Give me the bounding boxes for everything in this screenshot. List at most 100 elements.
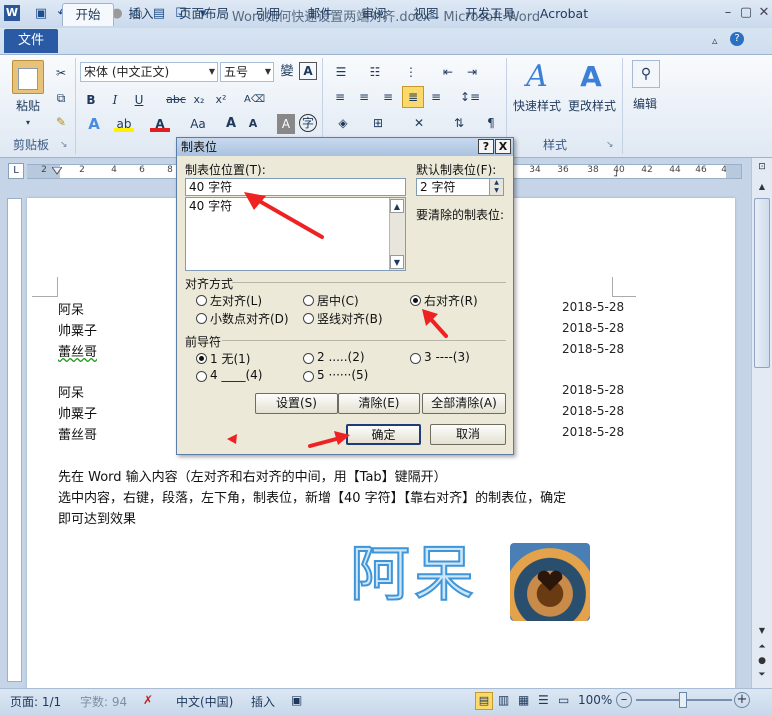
font-size-combo[interactable]: 五号 ▼ bbox=[220, 62, 274, 82]
alignment-decimal-label[interactable]: 小数点对齐(D) bbox=[210, 310, 289, 327]
shrink-font-icon[interactable]: A bbox=[244, 114, 262, 134]
decrease-indent-icon[interactable]: ⇤ bbox=[438, 62, 458, 82]
justify-icon[interactable]: ≣ bbox=[402, 86, 424, 108]
tab-acrobat[interactable]: Acrobat bbox=[534, 3, 594, 26]
leader-middle-dots-label[interactable]: 5 ······(5) bbox=[317, 368, 368, 382]
leader-underline-radio[interactable] bbox=[196, 371, 207, 382]
alignment-bar-radio[interactable] bbox=[303, 313, 314, 324]
shading-icon[interactable]: ◈ bbox=[330, 113, 356, 133]
alignment-center-label[interactable]: 居中(C) bbox=[317, 292, 359, 309]
scroll-up-icon[interactable]: ▲ bbox=[755, 182, 769, 196]
leader-dashes-label[interactable]: 3 ----(3) bbox=[424, 350, 470, 364]
format-painter-icon[interactable]: ✎ bbox=[52, 112, 70, 132]
phonetic-guide-icon[interactable]: 變 bbox=[277, 62, 297, 82]
full-screen-reading-icon[interactable]: ▥ bbox=[498, 693, 509, 707]
zoom-out-icon[interactable]: – bbox=[616, 692, 632, 708]
highlight-icon[interactable]: ab bbox=[114, 114, 134, 132]
show-marks-icon[interactable]: ¶ bbox=[482, 113, 500, 133]
language-indicator[interactable]: 中文(中国) bbox=[176, 693, 233, 710]
tab-selector-icon[interactable]: L bbox=[8, 163, 24, 179]
alignment-center-radio[interactable] bbox=[303, 295, 314, 306]
leader-dots-label[interactable]: 2 .....(2) bbox=[317, 350, 365, 364]
dialog-help-button[interactable]: ? bbox=[478, 139, 494, 154]
alignment-right-radio[interactable] bbox=[410, 295, 421, 306]
dialog-close-button[interactable]: X bbox=[495, 139, 511, 154]
scroll-down-icon[interactable]: ▼ bbox=[755, 626, 769, 640]
binoculars-icon[interactable]: ⚲ bbox=[632, 60, 660, 88]
clear-all-button[interactable]: 全部清除(A) bbox=[422, 393, 506, 414]
print-layout-icon[interactable]: ▤ bbox=[475, 692, 493, 710]
previous-page-icon[interactable]: ⏶ bbox=[755, 642, 769, 656]
tab-file[interactable]: 文件 bbox=[4, 29, 58, 53]
tab-insert[interactable]: 插入 bbox=[120, 3, 162, 26]
bold-icon[interactable]: B bbox=[82, 90, 100, 110]
zoom-slider-thumb[interactable] bbox=[679, 692, 687, 708]
subscript-icon[interactable]: x₂ bbox=[190, 90, 208, 110]
italic-icon[interactable]: I bbox=[106, 90, 124, 110]
borders-icon[interactable]: ⊞ bbox=[366, 113, 390, 133]
change-styles-icon[interactable]: A bbox=[574, 60, 608, 94]
minimize-icon[interactable]: – bbox=[718, 4, 738, 22]
draft-icon[interactable]: ▭ bbox=[558, 693, 569, 707]
multilevel-list-icon[interactable]: ⋮ bbox=[400, 62, 422, 82]
tab-developer[interactable]: 开发工具 bbox=[458, 3, 522, 26]
zoom-in-icon[interactable]: + bbox=[734, 692, 750, 708]
stepper-arrows-icon[interactable]: ▲ ▼ bbox=[489, 179, 503, 195]
align-right-icon[interactable]: ≡ bbox=[378, 87, 398, 107]
quick-styles-icon[interactable]: A bbox=[520, 60, 554, 94]
leader-underline-label[interactable]: 4 ____(4) bbox=[210, 368, 262, 382]
chinese-layout-icon[interactable]: ✕ bbox=[408, 113, 430, 133]
leader-dots-radio[interactable] bbox=[303, 353, 314, 364]
alignment-decimal-radio[interactable] bbox=[196, 313, 207, 324]
clipboard-launcher-icon[interactable]: ↘ bbox=[60, 140, 68, 150]
maximize-icon[interactable]: ▢ bbox=[736, 4, 756, 22]
strikethrough-icon[interactable]: abc bbox=[165, 90, 187, 110]
macro-record-icon[interactable]: ▣ bbox=[291, 693, 302, 707]
tab-references[interactable]: 引用 bbox=[248, 3, 288, 26]
leader-dashes-radio[interactable] bbox=[410, 353, 421, 364]
zoom-level[interactable]: 100% bbox=[578, 693, 612, 707]
set-button[interactable]: 设置(S) bbox=[255, 393, 338, 414]
tab-mailings[interactable]: 邮件 bbox=[300, 3, 340, 26]
scroll-down-icon[interactable]: ▼ bbox=[390, 255, 404, 269]
web-layout-icon[interactable]: ▦ bbox=[518, 693, 529, 707]
character-border-icon[interactable]: A bbox=[299, 62, 317, 80]
insert-mode[interactable]: 插入 bbox=[251, 693, 275, 710]
character-shading-icon[interactable]: A bbox=[277, 114, 295, 134]
word-count[interactable]: 字数: 94 bbox=[80, 693, 127, 710]
ribbon-minimize-icon[interactable]: ▵ bbox=[712, 34, 718, 47]
tab-page-layout[interactable]: 页面布局 bbox=[170, 3, 238, 26]
clear-formatting-icon[interactable]: A⌫ bbox=[244, 90, 265, 110]
enclose-characters-icon[interactable]: 字 bbox=[299, 114, 317, 132]
numbering-icon[interactable]: ☷ bbox=[364, 62, 386, 82]
tab-view[interactable]: 视图 bbox=[406, 3, 446, 26]
help-icon[interactable]: ? bbox=[730, 32, 744, 46]
leader-middle-dots-radio[interactable] bbox=[303, 371, 314, 382]
copy-icon[interactable]: ⧉ bbox=[52, 88, 70, 108]
close-icon[interactable]: ✕ bbox=[754, 4, 772, 22]
cut-icon[interactable]: ✂ bbox=[52, 63, 70, 83]
cancel-button[interactable]: 取消 bbox=[430, 424, 506, 445]
page-count[interactable]: 页面: 1/1 bbox=[10, 693, 61, 710]
vertical-ruler[interactable] bbox=[7, 198, 22, 682]
line-spacing-icon[interactable]: ↕≡ bbox=[458, 87, 482, 107]
font-color-icon[interactable]: A bbox=[150, 114, 170, 132]
quick-styles-button[interactable]: 快速样式 bbox=[510, 96, 564, 116]
alignment-left-label[interactable]: 左对齐(L) bbox=[210, 292, 262, 309]
paste-dropdown-icon[interactable]: ▾ bbox=[18, 113, 38, 133]
clear-button[interactable]: 清除(E) bbox=[338, 393, 420, 414]
next-page-icon[interactable]: ⏷ bbox=[755, 670, 769, 684]
editing-button[interactable]: 编辑 bbox=[628, 94, 662, 114]
distributed-icon[interactable]: ≡ bbox=[426, 87, 446, 107]
proofing-icon[interactable]: ✗ bbox=[143, 693, 153, 707]
change-case-icon[interactable]: Aa bbox=[186, 114, 210, 134]
increase-indent-icon[interactable]: ⇥ bbox=[462, 62, 482, 82]
scroll-up-icon[interactable]: ▲ bbox=[390, 199, 404, 213]
underline-icon[interactable]: U bbox=[130, 90, 148, 110]
outline-icon[interactable]: ☰ bbox=[538, 693, 549, 707]
font-name-combo[interactable]: 宋体 (中文正文) ▼ bbox=[80, 62, 218, 82]
leader-none-label[interactable]: 1 无(1) bbox=[210, 350, 250, 367]
change-styles-button[interactable]: 更改样式 bbox=[565, 96, 619, 116]
text-effects-icon[interactable]: A bbox=[84, 114, 104, 134]
align-left-icon[interactable]: ≡ bbox=[330, 87, 350, 107]
